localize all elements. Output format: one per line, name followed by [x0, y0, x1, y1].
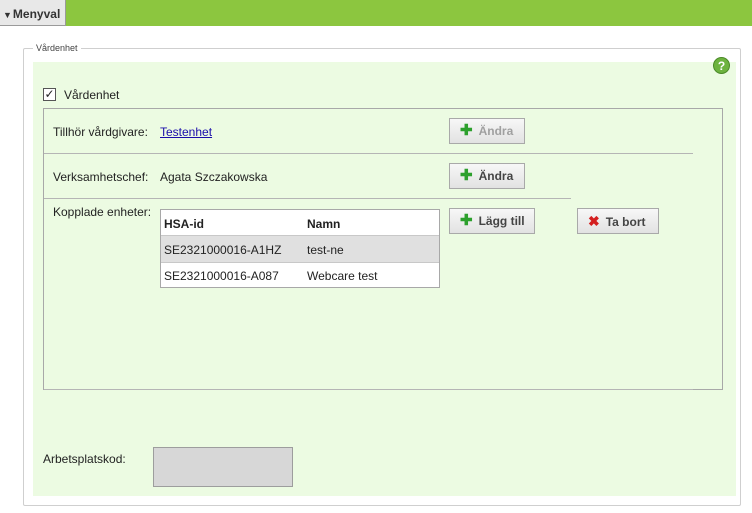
vardgivare-label: Tillhör vårdgivare: — [53, 125, 148, 139]
andra-verksamhetschef-button[interactable]: ✚ Ändra — [449, 163, 525, 189]
table-row[interactable]: SE2321000016-A087 Webcare test — [161, 262, 439, 288]
lagg-till-button[interactable]: ✚ Lägg till — [449, 208, 535, 234]
andra-vardgivare-button[interactable]: ✚ Ändra — [449, 118, 525, 144]
column-header-namn: Namn — [307, 217, 341, 231]
ta-bort-button[interactable]: ✖ Ta bort — [577, 208, 659, 234]
lagg-till-label: Lägg till — [478, 214, 525, 228]
cell-hsa-id: SE2321000016-A087 — [164, 269, 279, 283]
fieldset-legend: Vårdenhet — [33, 43, 81, 53]
kopplade-enheter-table: HSA-id Namn SE2321000016-A1HZ test-ne SE… — [160, 209, 440, 288]
vardenhet-checkbox[interactable]: ✓ — [43, 88, 56, 101]
top-bar: ▼Menyval — [0, 0, 752, 26]
triangle-down-icon: ▼ — [3, 10, 12, 20]
kopplade-enheter-label: Kopplade enheter: — [53, 205, 152, 219]
column-header-hsa-id: HSA-id — [164, 217, 204, 231]
plus-icon: ✚ — [460, 167, 473, 184]
divider — [44, 389, 693, 390]
vardenhet-checkbox-label: Vårdenhet — [64, 88, 120, 102]
table-row[interactable]: SE2321000016-A1HZ test-ne — [161, 236, 439, 262]
arbetsplatskod-label: Arbetsplatskod: — [43, 452, 126, 466]
plus-icon: ✚ — [460, 122, 473, 139]
cell-hsa-id: SE2321000016-A1HZ — [164, 243, 282, 257]
divider — [44, 153, 693, 154]
ta-bort-label: Ta bort — [605, 215, 646, 229]
andra-label: Ändra — [478, 169, 514, 183]
cell-namn: Webcare test — [307, 269, 378, 283]
x-icon: ✖ — [588, 213, 600, 229]
menyval-tab[interactable]: ▼Menyval — [0, 0, 66, 26]
arbetsplatskod-field[interactable] — [153, 447, 293, 487]
table-header: HSA-id Namn — [161, 210, 439, 236]
andra-label: Ändra — [478, 124, 514, 138]
vardgivare-link[interactable]: Testenhet — [160, 125, 212, 139]
verksamhetschef-label: Verksamhetschef: — [53, 170, 149, 184]
cell-namn: test-ne — [307, 243, 344, 257]
menyval-label: Menyval — [12, 7, 61, 21]
help-icon[interactable]: ? — [713, 57, 730, 74]
verksamhetschef-value: Agata Szczakowska — [160, 170, 268, 184]
plus-icon: ✚ — [460, 212, 473, 229]
divider — [44, 198, 571, 199]
